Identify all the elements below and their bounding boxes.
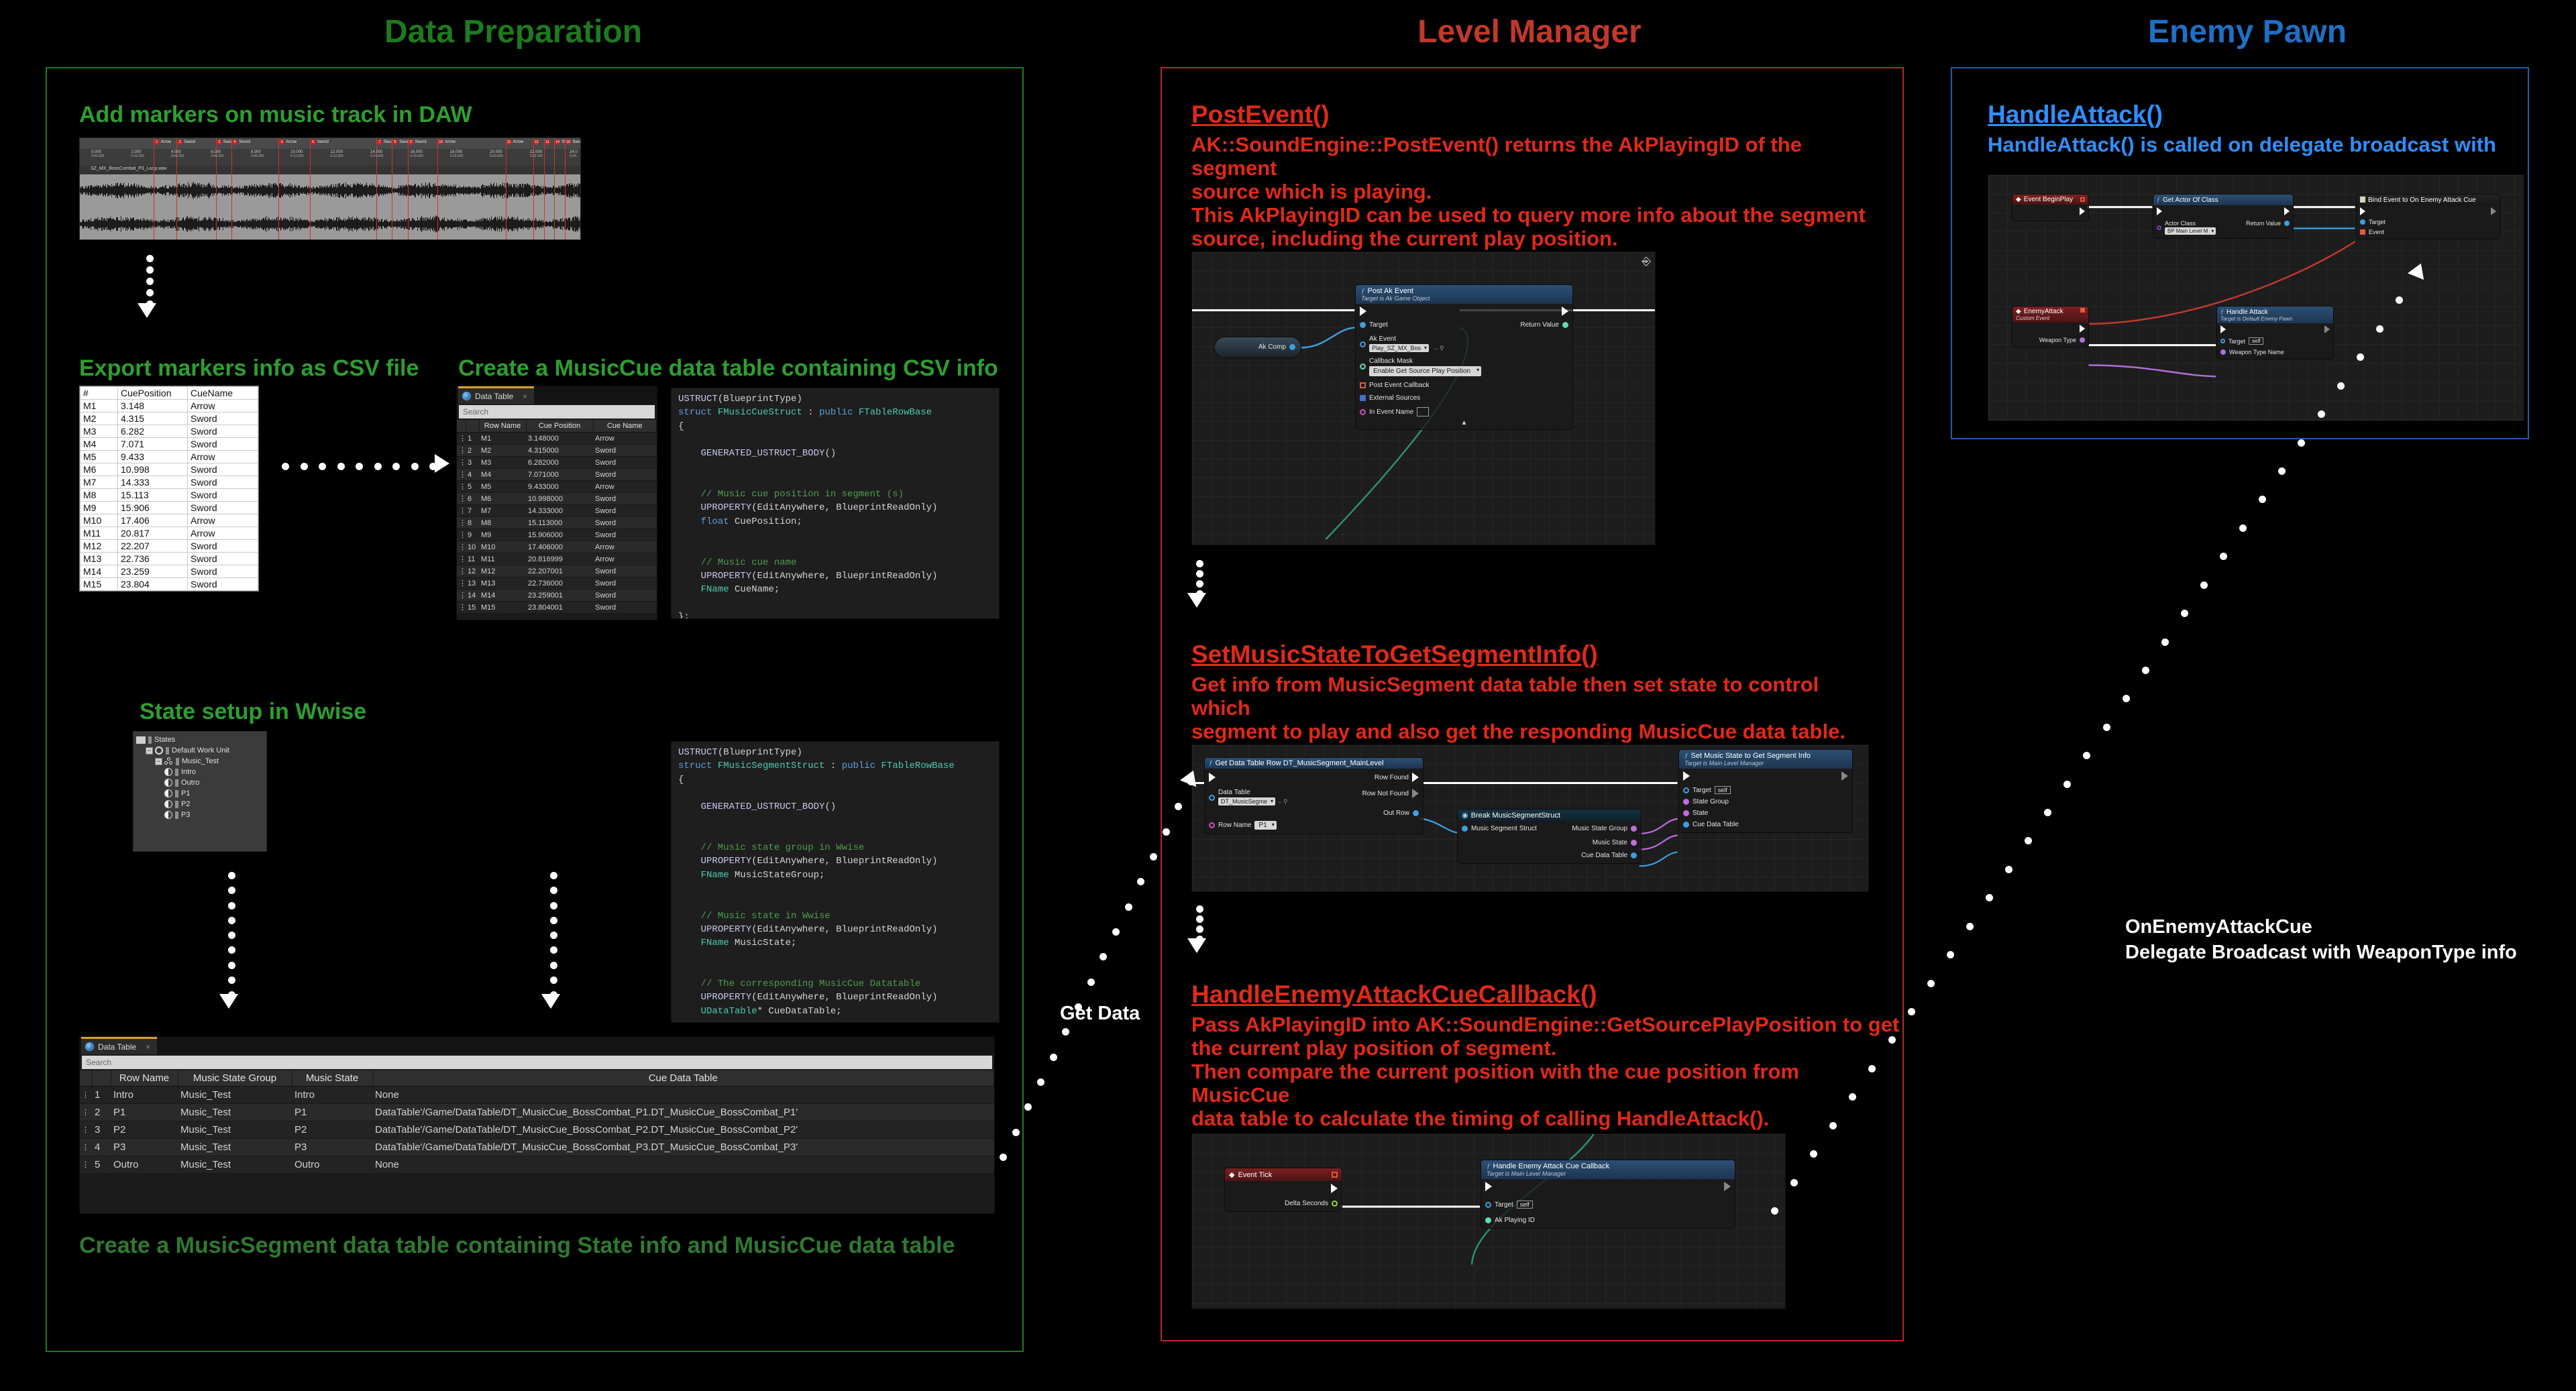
label-delegate-line2: Delegate Broadcast with WeaponType info <box>2125 942 2517 963</box>
arrow-delegate-broadcast <box>0 0 2576 1391</box>
poster-canvas: Data Preparation Level Manager Enemy Paw… <box>0 0 2576 1391</box>
arrow-head <box>2408 260 2429 280</box>
label-delegate-line1: OnEnemyAttackCue <box>2125 916 2312 938</box>
